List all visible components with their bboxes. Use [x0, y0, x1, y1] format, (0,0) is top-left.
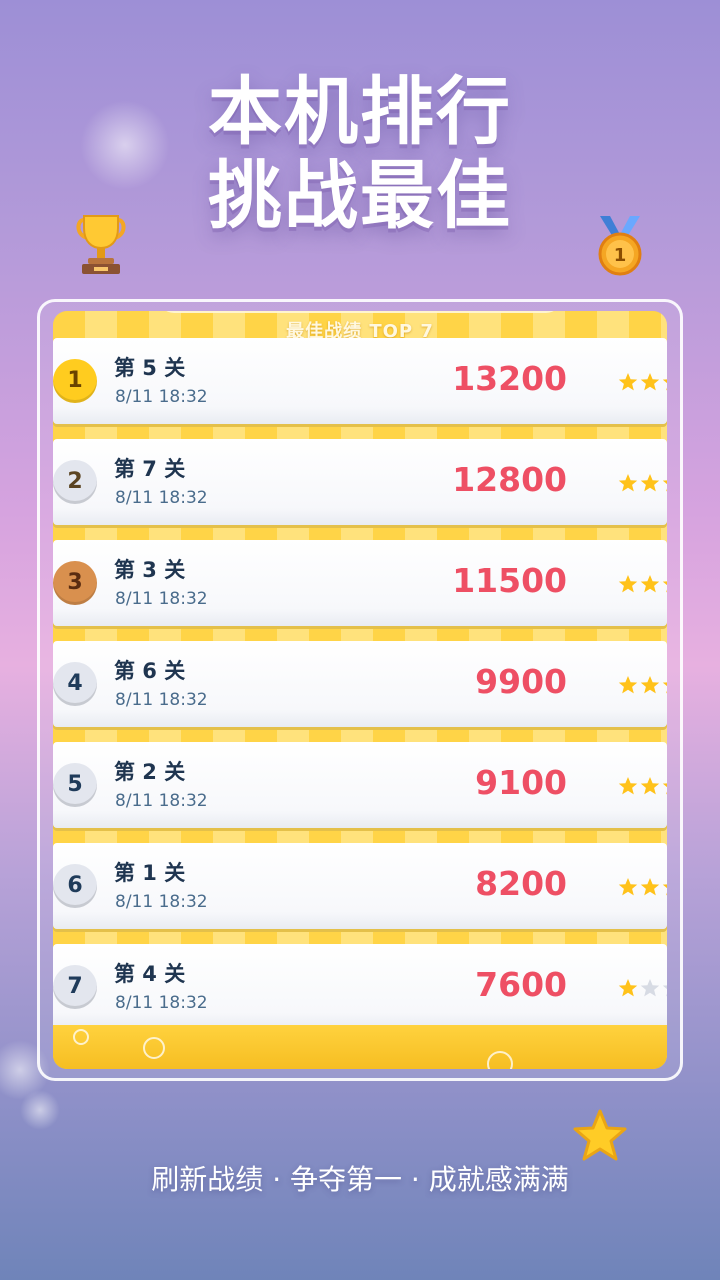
leaderboard-row[interactable]: 2 第 7 关 8/11 18:32 12800 — [53, 439, 667, 525]
star-rating — [618, 373, 667, 391]
score-value: 13200 — [452, 359, 567, 398]
star-icon — [573, 1109, 627, 1161]
star-filled-icon — [662, 581, 667, 593]
leaderboard-row[interactable]: 5 第 2 关 8/11 18:32 9100 — [53, 742, 667, 828]
star-filled-icon — [618, 979, 638, 997]
play-time: 8/11 18:32 — [115, 892, 208, 912]
play-time: 8/11 18:32 — [115, 589, 208, 609]
bokeh-light — [20, 1090, 60, 1130]
star-rating — [618, 878, 667, 896]
star-rating — [618, 777, 667, 795]
play-time: 8/11 18:32 — [115, 488, 208, 508]
play-time: 8/11 18:32 — [115, 690, 208, 710]
level-label: 第 7 关 — [114, 457, 186, 481]
star-filled-icon — [640, 373, 660, 391]
score-value: 12800 — [452, 460, 567, 499]
score-value: 9100 — [475, 763, 567, 802]
star-filled-icon — [662, 783, 667, 795]
star-rating — [618, 676, 667, 694]
level-label: 第 3 关 — [114, 558, 186, 582]
medal-number: 1 — [614, 245, 627, 266]
medal-icon: 1 — [598, 216, 642, 276]
star-filled-icon — [618, 777, 638, 795]
star-filled-icon — [662, 480, 667, 492]
hero-headline: 本机排行 挑战最佳 — [0, 70, 720, 238]
star-empty-icon — [662, 985, 667, 997]
bubble-decoration — [73, 1029, 89, 1045]
leaderboard-row[interactable]: 3 第 3 关 8/11 18:32 11500 — [53, 540, 667, 626]
rank-badge: 4 — [53, 662, 97, 706]
rank-badge: 2 — [53, 460, 97, 504]
star-filled-icon — [618, 878, 638, 896]
leaderboard-row[interactable]: 1 第 5 关 8/11 18:32 13200 — [53, 338, 667, 424]
star-rating — [618, 474, 667, 492]
score-value: 7600 — [475, 965, 567, 1004]
star-filled-icon — [618, 575, 638, 593]
bubble-decoration — [143, 1037, 165, 1059]
hero-title: 本机排行 — [208, 69, 512, 155]
star-filled-icon — [618, 373, 638, 391]
rank-badge: 3 — [53, 561, 97, 605]
star-rating — [618, 979, 667, 997]
leaderboard-panel: 最佳战绩 TOP 7 1 第 5 关 8/11 18:32 13200 2 第 … — [53, 311, 667, 1069]
play-time: 8/11 18:32 — [115, 791, 208, 811]
play-time: 8/11 18:32 — [115, 993, 208, 1013]
star-filled-icon — [618, 474, 638, 492]
level-label: 第 6 关 — [114, 659, 186, 683]
trophy-icon — [76, 215, 126, 274]
star-empty-icon — [640, 979, 660, 997]
star-filled-icon — [640, 676, 660, 694]
star-filled-icon — [640, 777, 660, 795]
level-label: 第 1 关 — [114, 861, 186, 885]
rank-badge: 7 — [53, 965, 97, 1009]
level-label: 第 2 关 — [114, 760, 186, 784]
level-label: 第 4 关 — [114, 962, 186, 986]
star-filled-icon — [662, 379, 667, 391]
star-filled-icon — [662, 884, 667, 896]
tagline: 刷新战绩 · 争夺第一 · 成就感满满 — [151, 1163, 569, 1196]
star-filled-icon — [640, 878, 660, 896]
leaderboard-row[interactable]: 4 第 6 关 8/11 18:32 9900 — [53, 641, 667, 727]
play-time: 8/11 18:32 — [115, 387, 208, 407]
rank-badge: 5 — [53, 763, 97, 807]
leaderboard-row[interactable]: 7 第 4 关 8/11 18:32 7600 — [53, 944, 667, 1030]
leaderboard-row[interactable]: 6 第 1 关 8/11 18:32 8200 — [53, 843, 667, 929]
score-value: 8200 — [475, 864, 567, 903]
level-label: 第 5 关 — [114, 356, 186, 380]
star-filled-icon — [662, 682, 667, 694]
rank-badge: 6 — [53, 864, 97, 908]
score-value: 11500 — [452, 561, 567, 600]
star-filled-icon — [640, 575, 660, 593]
score-value: 9900 — [475, 662, 567, 701]
header-tab — [158, 311, 562, 313]
rank-badge: 1 — [53, 359, 97, 403]
star-rating — [618, 575, 667, 593]
star-filled-icon — [618, 676, 638, 694]
star-filled-icon — [640, 474, 660, 492]
